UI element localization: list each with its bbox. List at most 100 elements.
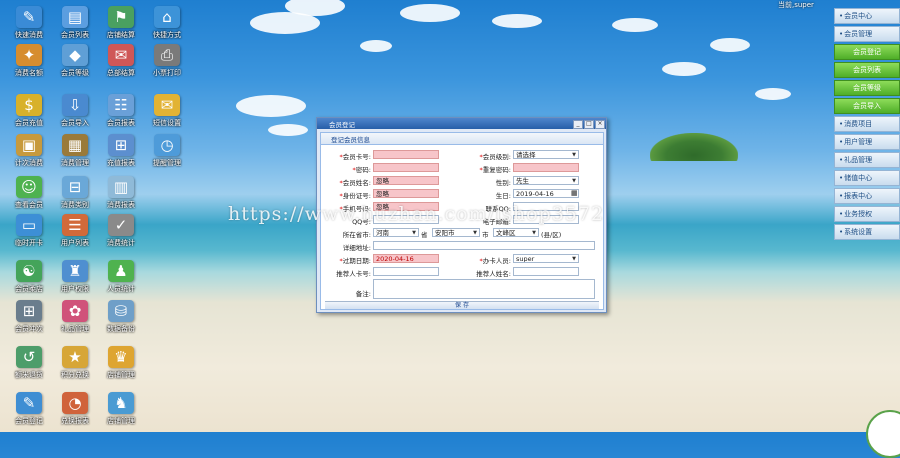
app-icon[interactable]: ◔ xyxy=(62,392,88,414)
app-icon[interactable]: ⇩ xyxy=(62,94,88,116)
app-icon[interactable]: ✓ xyxy=(108,214,134,236)
desktop-icon-item[interactable]: ⊞ 会员冲次 xyxy=(6,300,52,334)
desktop-icon-item[interactable]: ✉ 短信设置 xyxy=(144,94,190,128)
gender-select[interactable]: 先生 xyxy=(513,176,579,185)
nav-item[interactable]: 会员列表 xyxy=(834,62,900,78)
desktop-icon-item[interactable]: ☰ 用户列表 xyxy=(52,214,98,248)
app-icon[interactable]: ⛁ xyxy=(108,300,134,322)
desktop-icon-item[interactable]: ♜ 用户权限 xyxy=(52,260,98,294)
card-no-input[interactable] xyxy=(373,150,439,159)
desktop-icon-item[interactable]: ★ 积分兑换 xyxy=(52,346,98,380)
nav-item[interactable]: • 系统设置 xyxy=(834,224,900,240)
desktop-icon-item[interactable]: ⊞ 充值报表 xyxy=(98,134,144,168)
app-icon[interactable]: ⚑ xyxy=(108,6,134,28)
calendar-icon[interactable]: ▦ xyxy=(571,189,578,197)
desktop-icon-item[interactable]: ✎ 快速消费 xyxy=(6,6,52,40)
desktop-icon-item[interactable]: ⇩ 会员导入 xyxy=(52,94,98,128)
province-select[interactable]: 河南 xyxy=(373,228,419,237)
nav-item[interactable]: 会员导入 xyxy=(834,98,900,114)
desktop-icon-item[interactable]: ◷ 提醒管理 xyxy=(144,134,190,168)
desktop-icon-item[interactable]: ◆ 会员等级 xyxy=(52,44,98,78)
app-icon[interactable]: ♞ xyxy=(108,392,134,414)
app-icon[interactable]: ◆ xyxy=(62,44,88,66)
birthday-input[interactable]: 2019-04-16 xyxy=(513,189,579,198)
desktop-icon-item[interactable]: ✓ 消费统计 xyxy=(98,214,144,248)
name-input[interactable]: 忽略 xyxy=(373,176,439,185)
app-icon[interactable]: ✉ xyxy=(154,94,180,116)
app-icon[interactable]: ↺ xyxy=(16,346,42,368)
app-icon[interactable]: ☯ xyxy=(16,260,42,282)
app-icon[interactable]: ⊞ xyxy=(108,134,134,156)
nav-item[interactable]: • 会员中心 xyxy=(834,8,900,24)
app-icon[interactable]: ▦ xyxy=(62,134,88,156)
app-icon[interactable]: $ xyxy=(16,94,42,116)
desktop-icon-item[interactable]: ♞ 店铺管理 xyxy=(98,392,144,426)
app-icon[interactable]: ♟ xyxy=(108,260,134,282)
operator-select[interactable]: super xyxy=(513,254,579,263)
referrer-card-input[interactable] xyxy=(373,267,439,276)
referrer-name-input[interactable] xyxy=(513,267,579,276)
nav-item[interactable]: • 业务授权 xyxy=(834,206,900,222)
desktop-icon-item[interactable]: ◔ 兑换报表 xyxy=(52,392,98,426)
app-icon[interactable]: ⊞ xyxy=(16,300,42,322)
desktop-icon-item[interactable]: ▭ 临时开卡 xyxy=(6,214,52,248)
password-input[interactable] xyxy=(373,163,439,172)
app-icon[interactable]: ◷ xyxy=(154,134,180,156)
desktop-icon-item[interactable]: ▦ 消费管理 xyxy=(52,134,98,168)
desktop-icon-item[interactable]: ✉ 总部结算 xyxy=(98,44,144,78)
desktop-icon-item[interactable]: $ 会员充值 xyxy=(6,94,52,128)
app-icon[interactable]: ✦ xyxy=(16,44,42,66)
app-icon[interactable]: ✎ xyxy=(16,6,42,28)
close-icon[interactable]: × xyxy=(595,120,605,129)
desktop-icon-item[interactable]: ⚑ 店铺结算 xyxy=(98,6,144,40)
nav-item[interactable]: • 消费项目 xyxy=(834,116,900,132)
desktop-icon-item[interactable]: ♟ 人员统计 xyxy=(98,260,144,294)
app-icon[interactable]: ☺ xyxy=(16,176,42,198)
app-icon[interactable]: ⊟ xyxy=(62,176,88,198)
id-no-input[interactable]: 忽略 xyxy=(373,189,439,198)
confirm-password-input[interactable] xyxy=(513,163,579,172)
app-icon[interactable]: ⎙ xyxy=(154,44,180,66)
desktop-icon-item[interactable]: ✎ 会员登记 xyxy=(6,392,52,426)
app-icon[interactable]: ♜ xyxy=(62,260,88,282)
expire-input[interactable]: 2020-04-16 xyxy=(373,254,439,263)
desktop-icon-item[interactable]: ▤ 会员列表 xyxy=(52,6,98,40)
app-icon[interactable]: ▭ xyxy=(16,214,42,236)
remark-textarea[interactable] xyxy=(373,279,595,299)
district-select[interactable]: 文峰区 xyxy=(493,228,539,237)
desktop-icon-item[interactable]: ⛁ 数据备份 xyxy=(98,300,144,334)
window-titlebar[interactable]: 会员登记 _ □ × xyxy=(317,118,606,129)
desktop-icon-item[interactable]: ⎙ 小票打印 xyxy=(144,44,190,78)
app-icon[interactable]: ☰ xyxy=(62,214,88,236)
nav-item[interactable]: • 储值中心 xyxy=(834,170,900,186)
address-input[interactable] xyxy=(373,241,595,250)
desktop-icon-item[interactable]: ☯ 会员柔店 xyxy=(6,260,52,294)
desktop-icon-item[interactable]: ✿ 礼品管理 xyxy=(52,300,98,334)
nav-item[interactable]: 会员等级 xyxy=(834,80,900,96)
app-icon[interactable]: ▣ xyxy=(16,134,42,156)
nav-item[interactable]: 会员登记 xyxy=(834,44,900,60)
desktop-icon-item[interactable]: ✦ 消费名额 xyxy=(6,44,52,78)
app-icon[interactable]: ▥ xyxy=(108,176,134,198)
app-icon[interactable]: ⌂ xyxy=(154,6,180,28)
desktop-icon-item[interactable]: ☺ 查看会员 xyxy=(6,176,52,210)
maximize-icon[interactable]: □ xyxy=(584,120,594,129)
city-select[interactable]: 安阳市 xyxy=(432,228,480,237)
desktop-icon-item[interactable]: ♛ 店铺管理 xyxy=(98,346,144,380)
app-icon[interactable]: ✎ xyxy=(16,392,42,414)
save-button[interactable]: 保 存 xyxy=(325,301,599,309)
desktop-icon-item[interactable]: ▥ 消费报表 xyxy=(98,176,144,210)
desktop-icon-item[interactable]: ⊟ 消费类别 xyxy=(52,176,98,210)
nav-item[interactable]: • 礼品管理 xyxy=(834,152,900,168)
app-icon[interactable]: ☷ xyxy=(108,94,134,116)
app-icon[interactable]: ★ xyxy=(62,346,88,368)
desktop-icon-item[interactable]: ⌂ 快捷方式 xyxy=(144,6,190,40)
nav-item[interactable]: • 用户管理 xyxy=(834,134,900,150)
nav-item[interactable]: • 报表中心 xyxy=(834,188,900,204)
desktop-icon-item[interactable]: ↺ 额米退货 xyxy=(6,346,52,380)
nav-item[interactable]: • 会员管理 xyxy=(834,26,900,42)
app-icon[interactable]: ✿ xyxy=(62,300,88,322)
app-icon[interactable]: ✉ xyxy=(108,44,134,66)
desktop-icon-item[interactable]: ▣ 计次消费 xyxy=(6,134,52,168)
desktop-icon-item[interactable]: ☷ 会员报表 xyxy=(98,94,144,128)
